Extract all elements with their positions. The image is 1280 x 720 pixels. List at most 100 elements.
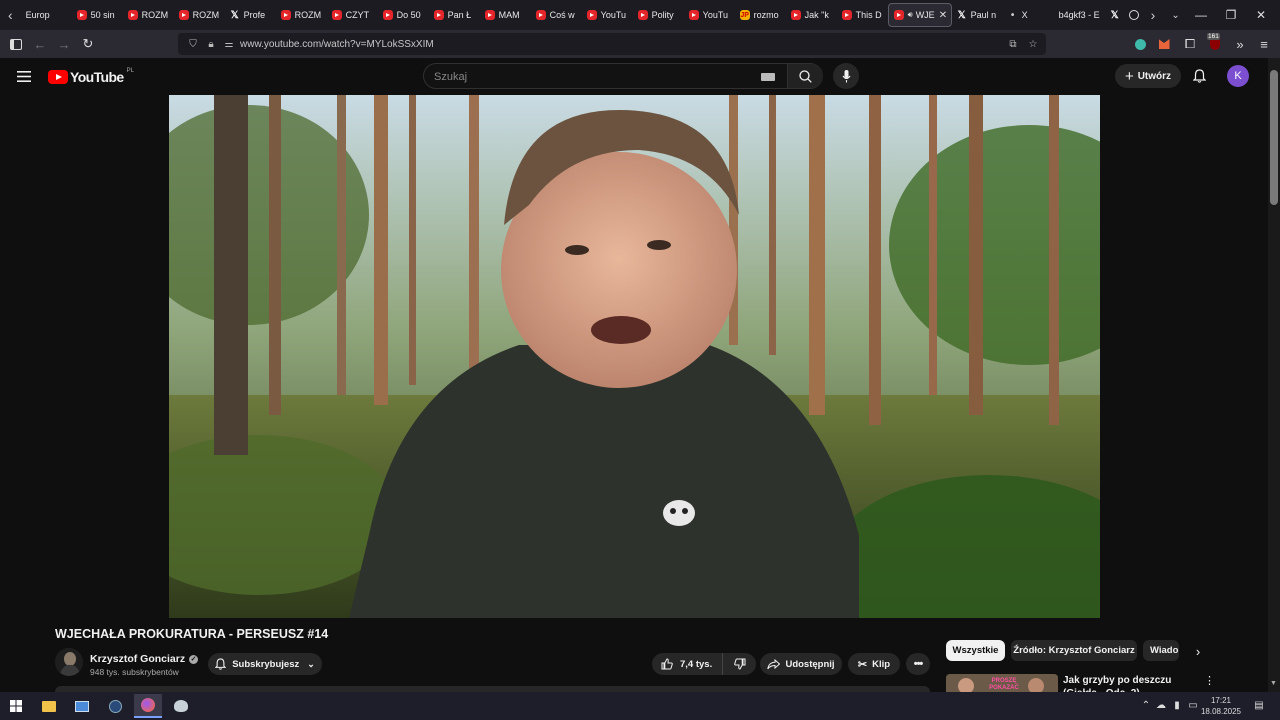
usb-device-icon[interactable]: ▮	[1170, 698, 1184, 712]
taskbar-steam[interactable]	[101, 694, 129, 718]
chip-all[interactable]: Wszystkie	[946, 640, 1005, 661]
browser-tab[interactable]: ROZM	[276, 3, 327, 27]
browser-tab[interactable]: This D	[837, 3, 888, 27]
video-player[interactable]	[169, 95, 1100, 618]
scroll-down-arrow-icon[interactable]: ▼	[1270, 680, 1277, 687]
tray-overflow-icon[interactable]: ⌃	[1139, 698, 1153, 712]
notifications-center-icon[interactable]: ▤	[1252, 698, 1266, 712]
url-text: www.youtube.com/watch?v=MYLokSSxXIM	[240, 38, 434, 50]
share-button[interactable]: Udostępnij	[760, 653, 842, 675]
scissors-icon: ✂	[857, 658, 868, 671]
youtube-favicon-icon	[433, 10, 444, 20]
browser-tab[interactable]: MAM	[480, 3, 531, 27]
browser-tab[interactable]: • X	[1003, 3, 1054, 27]
picture-in-picture-icon[interactable]: ⧉	[1006, 39, 1020, 50]
extensions-button[interactable]: ⧠	[1178, 32, 1202, 56]
tab-label: This D	[855, 10, 882, 20]
youtube-favicon-icon	[688, 10, 699, 20]
dislike-button[interactable]	[722, 653, 756, 675]
close-tab-icon[interactable]: ✕	[939, 10, 947, 21]
back-button[interactable]: ←	[28, 32, 52, 56]
subscribed-button[interactable]: Subskrybujesz ⌄	[208, 653, 322, 675]
search-button[interactable]	[787, 64, 823, 88]
recommended-video[interactable]: PROSZĘ POKAZAĆ Jak grzyby po deszczu (Gi…	[946, 672, 1216, 694]
bookmark-star-icon[interactable]: ☆	[1026, 39, 1040, 50]
account-avatar[interactable]: K	[1227, 65, 1249, 87]
tab-label: CZYT	[345, 10, 370, 20]
channel-avatar[interactable]	[55, 648, 83, 676]
create-button[interactable]: + Utwórz	[1115, 64, 1181, 88]
like-button[interactable]: 7,4 tys.	[652, 653, 722, 675]
recommended-title: Jak grzyby po deszczu (Giełda - Odc. 2)	[1063, 675, 1172, 694]
forward-button[interactable]: →	[52, 32, 76, 56]
reload-icon: ↻	[82, 36, 94, 51]
taskbar-app-bird[interactable]	[167, 694, 195, 718]
chip-source-channel[interactable]: Źródło: Krzysztof Gonciarz	[1011, 640, 1137, 661]
chevron-right-icon: ›	[1150, 7, 1156, 23]
sidebar-toggle-button[interactable]	[4, 32, 28, 56]
notifications-button[interactable]	[1189, 66, 1209, 86]
address-bar[interactable]: ⛉ 🔒︎ ⚌ www.youtube.com/watch?v=MYLokSSxX…	[178, 33, 1046, 55]
extension-fox-button[interactable]	[1152, 32, 1176, 56]
browser-tab[interactable]: YouTu	[582, 3, 633, 27]
recommended-more-button[interactable]: ⋮	[1204, 674, 1215, 688]
guide-menu-button[interactable]	[13, 66, 35, 86]
shield-icon: ⛉	[189, 38, 197, 50]
close-window-button[interactable]: ✕	[1246, 0, 1276, 30]
taskbar-file-explorer[interactable]	[35, 694, 63, 718]
scroll-tabs-right-button[interactable]: ›	[1143, 0, 1164, 30]
page-scrollbar[interactable]: ▼	[1268, 58, 1280, 692]
browser-tab[interactable]: Do 50	[378, 3, 429, 27]
browser-tab[interactable]: 𝕏 Paul n	[952, 3, 1003, 27]
tab-label: rozmo	[753, 10, 779, 20]
tab-media-icon[interactable]	[1128, 10, 1139, 20]
logo-country: PL	[126, 68, 134, 74]
browser-tab[interactable]: Europ	[21, 3, 72, 27]
youtube-logo[interactable]: YouTube PL	[48, 68, 134, 86]
browser-tab[interactable]: JP rozmo	[735, 3, 786, 27]
browser-tab[interactable]: b4gkf3 - E	[1054, 3, 1105, 27]
minimize-button[interactable]: —	[1186, 0, 1216, 30]
restore-button[interactable]: ❐	[1216, 0, 1246, 30]
voice-search-button[interactable]	[833, 63, 859, 89]
scrollbar-thumb[interactable]	[1270, 70, 1278, 205]
taskbar-firefox[interactable]	[134, 694, 162, 718]
subscriber-count: 948 tys. subskrybentów	[90, 667, 179, 677]
browser-tab[interactable]: ROZM	[174, 3, 225, 27]
microphone-icon	[842, 69, 850, 82]
browser-tab[interactable]: Coś w	[531, 3, 582, 27]
speaker-icon[interactable]: 🔊︎	[908, 10, 913, 20]
chip-news[interactable]: Wiado	[1143, 640, 1179, 661]
clip-button[interactable]: ✂ Klip	[848, 653, 900, 675]
taskbar-clock[interactable]: 17:21 18.08.2025	[1198, 695, 1244, 717]
reload-button[interactable]: ↻	[76, 32, 100, 56]
browser-tab[interactable]: 𝕏 Profe	[225, 3, 276, 27]
app-menu-button[interactable]: ≡	[1252, 32, 1276, 56]
keyboard-icon[interactable]	[761, 73, 775, 81]
browser-tab[interactable]: CZYT	[327, 3, 378, 27]
scroll-tabs-left-button[interactable]: ‹	[0, 0, 21, 30]
extension-vpn-button[interactable]	[1128, 32, 1152, 56]
browser-tab[interactable]: Pan Ł	[429, 3, 480, 27]
chevron-right-icon: ›	[1195, 643, 1201, 659]
tab-label: ROZM	[141, 10, 169, 20]
browser-tab[interactable]: 𝕏	[1105, 3, 1127, 27]
browser-tab[interactable]: Jak "k	[786, 3, 837, 27]
chips-next-button[interactable]: ›	[1188, 642, 1208, 660]
search-input[interactable]	[434, 69, 754, 85]
browser-tab[interactable]: ROZM	[123, 3, 174, 27]
browser-tab[interactable]: 50 sin	[72, 3, 123, 27]
more-actions-button[interactable]: •••	[906, 653, 930, 675]
taskbar-remote-desktop[interactable]	[68, 694, 96, 718]
start-button[interactable]	[2, 694, 30, 718]
extension-ublock-button[interactable]: 161	[1203, 32, 1227, 56]
list-all-tabs-button[interactable]: ⌄	[1165, 0, 1186, 30]
browser-tab[interactable]: 🔊︎ WJE ✕	[887, 3, 952, 27]
browser-tab[interactable]: YouTu	[684, 3, 735, 27]
onedrive-cloud-icon[interactable]: ☁	[1154, 698, 1168, 712]
browser-tab[interactable]: Polity	[633, 3, 684, 27]
thumbs-down-icon	[733, 658, 745, 670]
overflow-menu-button[interactable]: »	[1228, 32, 1252, 56]
channel-name[interactable]: Krzysztof Gonciarz ✓	[90, 653, 199, 665]
create-label: Utwórz	[1137, 70, 1172, 82]
